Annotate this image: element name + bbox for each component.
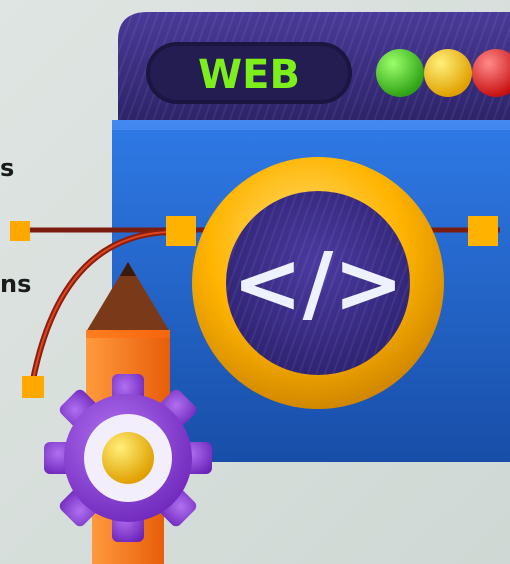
- code-icon: </>: [192, 157, 444, 409]
- web-badge-label: WEB: [198, 52, 300, 98]
- text-fragment-1: s: [0, 154, 15, 182]
- web-badge: WEB: [146, 42, 352, 104]
- anchor-handle-bottom-icon: [22, 376, 44, 398]
- traffic-light-green-icon: [376, 49, 424, 97]
- anchor-handle-left-icon: [10, 221, 30, 241]
- traffic-light-yellow-icon: [424, 49, 472, 97]
- text-fragment-2: ns: [0, 270, 32, 298]
- gear-icon: [44, 374, 212, 542]
- anchor-handle-center-icon: [166, 216, 196, 246]
- illustration-web-design: WEB </>: [10, 12, 510, 564]
- code-symbol: </>: [232, 234, 403, 332]
- anchor-handle-right-icon: [468, 216, 498, 246]
